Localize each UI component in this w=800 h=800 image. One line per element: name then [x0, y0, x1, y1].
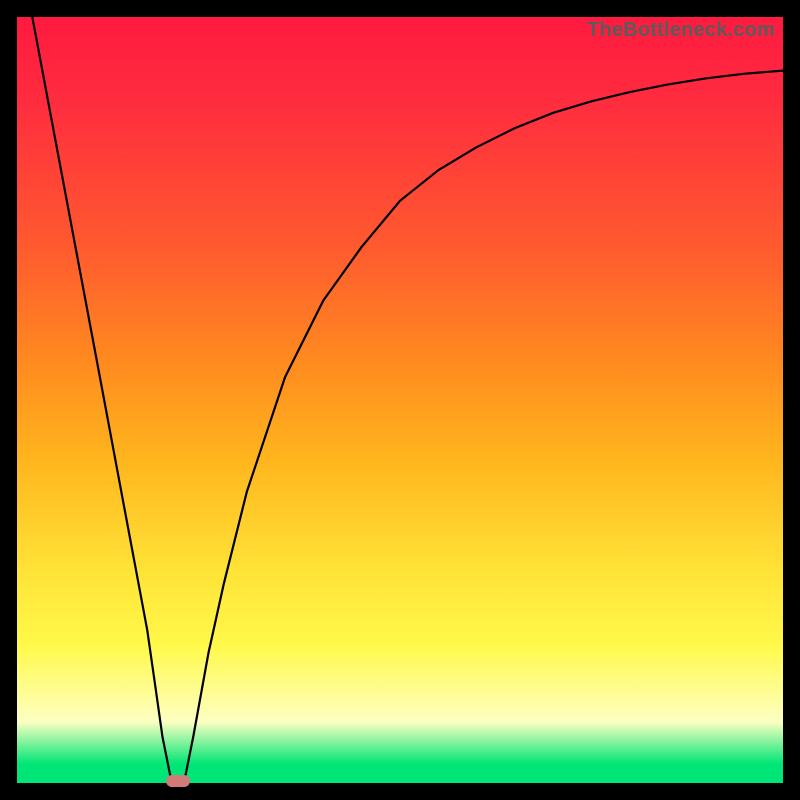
- chart-frame: TheBottleneck.com: [0, 0, 800, 800]
- plot-area: TheBottleneck.com: [17, 17, 783, 783]
- bottleneck-curve: [32, 17, 783, 782]
- optimal-marker: [166, 775, 190, 787]
- curve-layer: [17, 17, 783, 783]
